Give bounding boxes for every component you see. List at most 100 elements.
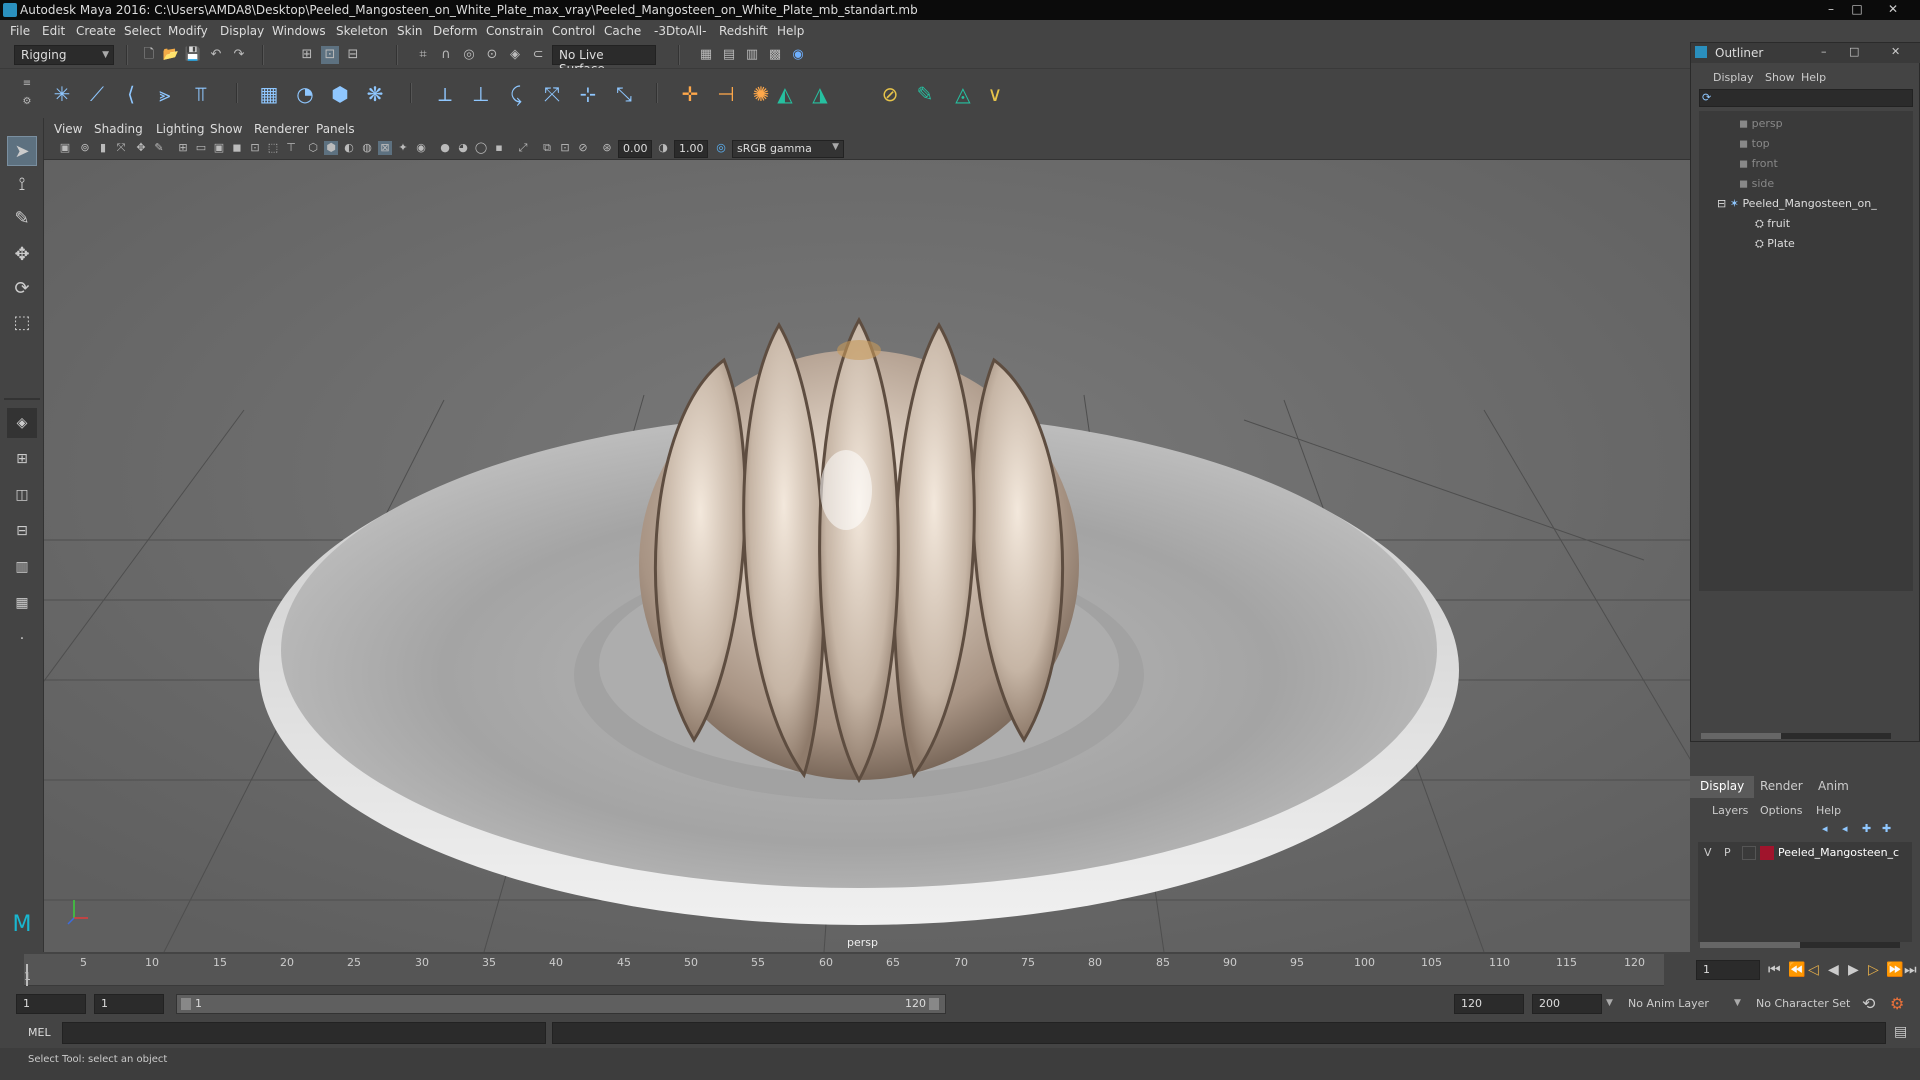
menu-constrain[interactable]: Constrain	[486, 24, 544, 38]
nonlinear-deformer-icon[interactable]: ❋	[360, 79, 390, 109]
mirror-joint-icon[interactable]: ⫪	[186, 79, 216, 109]
paint-weights-icon[interactable]: ⊥	[466, 79, 496, 109]
snap-surface-icon[interactable]: ◈	[506, 46, 524, 64]
help-menu[interactable]: Help	[1816, 804, 1841, 817]
new-layer-selected-icon[interactable]: ✚	[1882, 822, 1891, 835]
shelf-tab-menu-icon[interactable]: ≡	[18, 75, 36, 93]
use-all-lights-icon[interactable]: ⊠	[378, 141, 392, 155]
viewport-menu-renderer[interactable]: Renderer	[254, 122, 309, 136]
bind-skin-icon[interactable]: ⟂	[430, 79, 460, 109]
minimize-button[interactable]: –	[1818, 1, 1844, 18]
go-to-end-icon[interactable]: ⏭	[1904, 962, 1917, 978]
redshift-render-icon[interactable]: ◉	[789, 46, 807, 64]
menu-display[interactable]: Display	[220, 24, 264, 38]
render-settings-icon[interactable]: ▥	[743, 46, 761, 64]
range-end-handle[interactable]	[929, 998, 939, 1010]
snap-magnet-icon[interactable]: ⊂	[529, 46, 547, 64]
safe-title-icon[interactable]: ⊤	[284, 141, 298, 155]
viewport-menu-show[interactable]: Show	[210, 122, 242, 136]
viewport-panel[interactable]: View Shading Lighting Show Renderer Pane…	[44, 118, 1690, 952]
chevron-down-icon[interactable]: ▼	[1734, 998, 1741, 1008]
open-scene-icon[interactable]: 📂	[162, 46, 180, 64]
step-forward-frame-icon[interactable]: ▷	[1868, 962, 1879, 978]
close-button[interactable]: ✕	[1880, 1, 1906, 18]
current-time-indicator[interactable]	[26, 964, 28, 986]
detach-skin-icon[interactable]: ⤹	[501, 79, 531, 109]
move-layer-up-icon[interactable]: ◂	[1822, 822, 1828, 835]
outliner-filter-input[interactable]: ⟳	[1699, 89, 1913, 107]
point-constraint-icon[interactable]: ✛	[675, 79, 705, 109]
joint-tool-icon[interactable]: ✳	[47, 79, 77, 109]
outliner-close-button[interactable]: ✕	[1891, 45, 1900, 58]
outliner-item-plate[interactable]: ⛭ Plate	[1755, 237, 1795, 251]
time-slider[interactable]: 1 5 10 15 20 25 30 35 40 45 50 55 60 65 …	[24, 954, 1664, 986]
step-back-frame-icon[interactable]: ◁	[1808, 962, 1819, 978]
custom-layout-icon[interactable]: ·	[7, 624, 37, 654]
film-gate-icon[interactable]: ▭	[194, 141, 208, 155]
character-set-dropdown[interactable]: No Character Set	[1756, 997, 1850, 1010]
tab-anim[interactable]: Anim	[1808, 776, 1859, 798]
select-component-icon[interactable]: ⊟	[344, 46, 362, 64]
scrollbar-thumb[interactable]	[1700, 942, 1800, 948]
bookmark-icon[interactable]: ▮	[96, 141, 110, 155]
playback-start-field[interactable]: 1	[94, 994, 164, 1014]
layer-horizontal-scrollbar[interactable]	[1700, 942, 1900, 948]
xray-components-icon[interactable]: ⊡	[558, 141, 572, 155]
move-tool-icon[interactable]: ✥	[7, 240, 37, 270]
select-hierarchy-icon[interactable]: ⊞	[298, 46, 316, 64]
viewport-menu-shading[interactable]: Shading	[94, 122, 143, 136]
ipr-render-icon[interactable]: ▤	[720, 46, 738, 64]
two-view-layout-icon[interactable]: ◫	[7, 480, 37, 510]
aim-constraint-icon[interactable]: ⊣	[711, 79, 741, 109]
range-slider[interactable]: 1 120	[176, 994, 946, 1014]
camera-attributes-icon[interactable]: ⊚	[78, 141, 92, 155]
layer-playback-toggle[interactable]: P	[1724, 846, 1731, 859]
viewport-menu-lighting[interactable]: Lighting	[156, 122, 205, 136]
outliner-item-front[interactable]: ◼ front	[1739, 157, 1778, 170]
wireframe-on-shaded-icon[interactable]: ◐	[342, 141, 356, 155]
outliner-horizontal-scrollbar[interactable]	[1701, 733, 1891, 739]
four-view-layout-icon[interactable]: ⊞	[7, 444, 37, 474]
gate-mask-icon[interactable]: ◼	[230, 141, 244, 155]
scene-view[interactable]	[44, 160, 1690, 952]
play-forwards-icon[interactable]: ▶	[1848, 962, 1859, 978]
current-frame-field[interactable]: 1	[1696, 960, 1760, 980]
undo-icon[interactable]: ↶	[207, 46, 225, 64]
grid-toggle-icon[interactable]: ⊞	[176, 141, 190, 155]
command-input[interactable]	[62, 1022, 546, 1044]
textured-icon[interactable]: ◍	[360, 141, 374, 155]
hide-joints-icon[interactable]: ⊘	[875, 79, 905, 109]
layer-color-swatch[interactable]	[1760, 846, 1774, 860]
outliner-maximize-button[interactable]: □	[1849, 45, 1859, 58]
step-forward-key-icon[interactable]: ⏩	[1886, 962, 1903, 978]
quick-rig-icon[interactable]: ∨	[980, 79, 1010, 109]
snap-view-icon[interactable]: ⊙	[483, 46, 501, 64]
outliner-menu-show[interactable]: Show	[1765, 71, 1795, 84]
animation-end-field[interactable]: 200	[1532, 994, 1602, 1014]
layers-menu[interactable]: Layers	[1712, 804, 1748, 817]
animation-start-field[interactable]: 1	[16, 994, 86, 1014]
snap-grid-icon[interactable]: ⌗	[414, 46, 432, 64]
wire-deformer-icon[interactable]: ⬢	[325, 79, 355, 109]
gamma-field[interactable]: 1.00	[674, 140, 708, 158]
outliner-minimize-button[interactable]: –	[1821, 45, 1827, 58]
new-scene-icon[interactable]: 🗋	[140, 46, 158, 64]
collapse-icon[interactable]: ⊟	[1717, 197, 1730, 210]
exposure-field[interactable]: 0.00	[618, 140, 652, 158]
ik-handle-icon[interactable]: ⟋	[82, 79, 112, 109]
snap-point-icon[interactable]: ◎	[460, 46, 478, 64]
view-transform-dropdown[interactable]: sRGB gamma ▼	[732, 140, 844, 158]
cluster-icon[interactable]: ◔	[290, 79, 320, 109]
menu-set-dropdown[interactable]: Rigging ▼	[14, 45, 114, 65]
anim-layer-dropdown[interactable]: No Anim Layer	[1628, 997, 1709, 1010]
redo-icon[interactable]: ↷	[230, 46, 248, 64]
outliner-item-top[interactable]: ◼ top	[1739, 137, 1770, 150]
save-scene-icon[interactable]: 💾	[184, 46, 202, 64]
refresh-icon[interactable]: ⟳	[1702, 91, 1711, 104]
step-back-key-icon[interactable]: ⏪	[1788, 962, 1805, 978]
outliner-item-group[interactable]: ⊟ ✶ Peeled_Mangosteen_on_	[1717, 197, 1877, 210]
menu-deform[interactable]: Deform	[433, 24, 478, 38]
menu-edit[interactable]: Edit	[42, 24, 65, 38]
layer-type-toggle[interactable]	[1742, 846, 1756, 860]
camera-select-icon[interactable]: ▣	[58, 141, 72, 155]
